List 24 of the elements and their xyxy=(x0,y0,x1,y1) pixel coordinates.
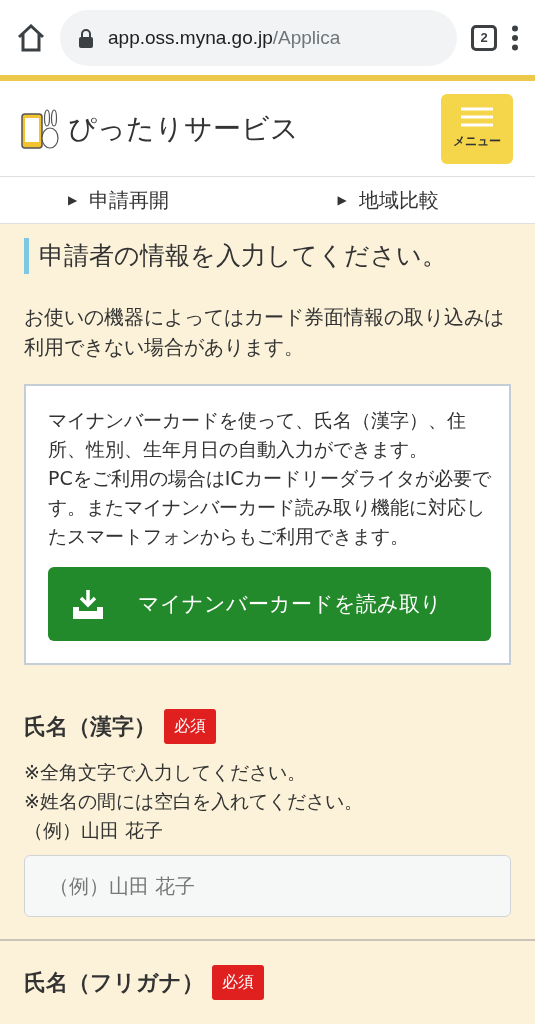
lock-icon xyxy=(78,27,94,48)
tab-count-button[interactable]: 2 xyxy=(471,24,497,51)
info-text: マイナンバーカードを使って、氏名（漢字）、住所、性別、生年月日の自動入力ができます。 xyxy=(48,408,467,462)
read-card-button[interactable]: マイナンバーカードを読み取り xyxy=(48,567,491,641)
field-label: 氏名（フリガナ） xyxy=(24,968,204,997)
nav-link[interactable]: ▶ 地域比較 xyxy=(267,186,535,214)
more-icon[interactable] xyxy=(511,24,519,51)
download-icon xyxy=(72,589,104,619)
hint-text: ※姓名の間には空白を入れてください。 xyxy=(24,789,364,814)
nav-link[interactable]: ▶ 申請再開 xyxy=(0,186,268,214)
page-heading: 申請者の情報を入力してください。 xyxy=(24,238,511,274)
name-input-field[interactable]: （例）山田 花子 xyxy=(24,855,511,917)
required-badge: 必須 xyxy=(164,709,216,744)
menu-button[interactable]: メニュー xyxy=(441,93,513,164)
address-bar[interactable]: app.oss.myna.go.jp/Applica xyxy=(60,9,457,66)
phone-icon xyxy=(20,107,60,150)
hint-text: （例）山田 花子 xyxy=(24,818,165,843)
site-title[interactable]: ぴったりサービス xyxy=(68,109,433,148)
hint-text: ※全角文字で入力してください。 xyxy=(24,760,307,785)
info-text: PCをご利用の場合はICカードリーダライタが必要です。またマイナンバーカード読み取り機能に対応したスマートフォンからもご利用できます。 xyxy=(48,466,491,549)
required-badge: 必須 xyxy=(212,965,264,1000)
notice-text: お使いの機器によってはカード券面情報の取り込みは利用できない場合があります。 xyxy=(24,304,505,361)
home-icon[interactable] xyxy=(16,23,46,52)
field-label: 氏名（漢字） xyxy=(24,712,156,741)
